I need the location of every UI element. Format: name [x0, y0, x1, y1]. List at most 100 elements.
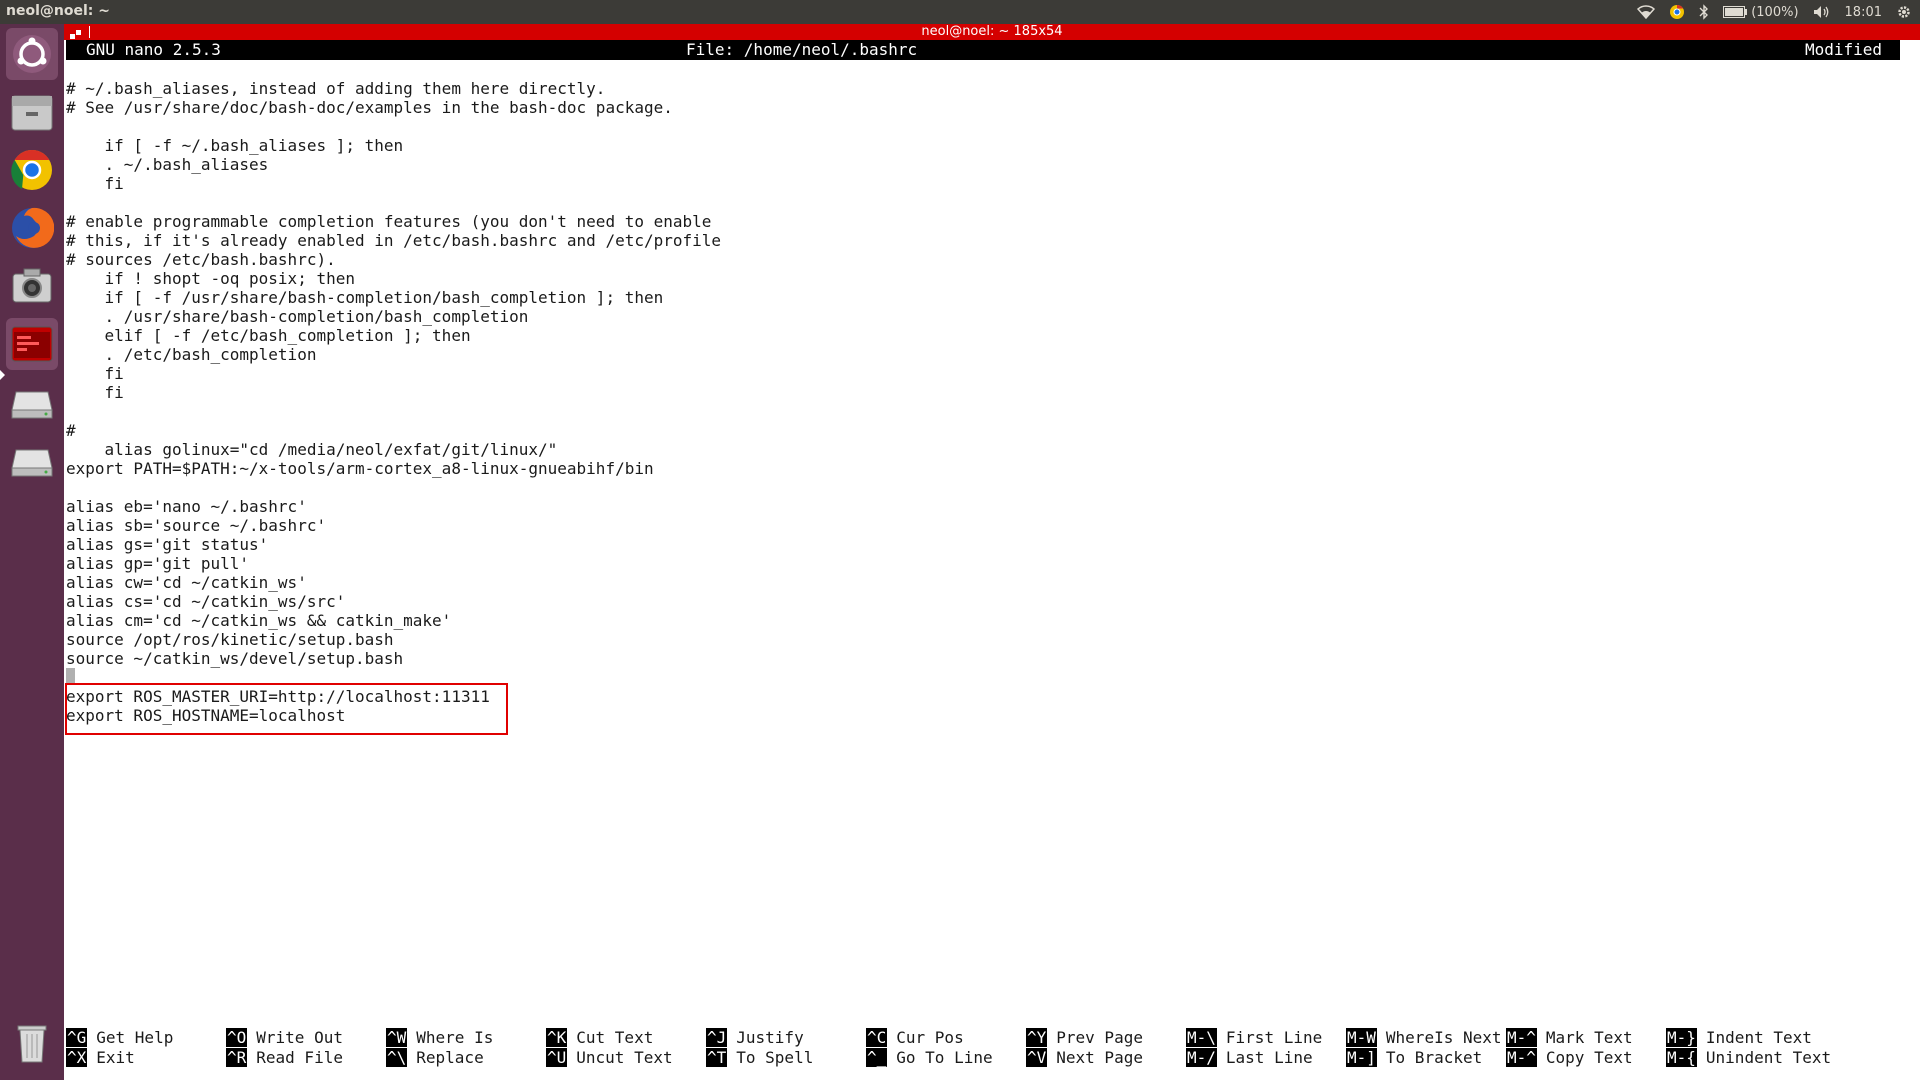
editor-content[interactable]: # ~/.bash_aliases, instead of adding the… — [66, 79, 721, 725]
bluetooth-icon[interactable] — [1699, 4, 1709, 20]
shortcut-item[interactable]: ^O Write Out — [226, 1028, 343, 1047]
code-line[interactable]: # enable programmable completion feature… — [66, 212, 721, 231]
code-line[interactable]: elif [ -f /etc/bash_completion ]; then — [66, 326, 721, 345]
code-line[interactable]: . /etc/bash_completion — [66, 345, 721, 364]
shortcut-item[interactable]: ^X Exit — [66, 1048, 173, 1067]
shortcut-item[interactable]: M-] To Bracket — [1346, 1048, 1502, 1067]
nano-header: GNU nano 2.5.3 File: /home/neol/.bashrc … — [66, 40, 1900, 60]
firefox-icon[interactable] — [6, 202, 58, 254]
code-line[interactable]: alias gs='git status' — [66, 535, 721, 554]
shortcut-item[interactable]: ^Y Prev Page — [1026, 1028, 1143, 1047]
code-line[interactable]: alias cs='cd ~/catkin_ws/src' — [66, 592, 721, 611]
shortcut-column: ^Y Prev Page ^V Next Page — [1026, 1028, 1143, 1068]
code-line[interactable]: # this, if it's already enabled in /etc/… — [66, 231, 721, 250]
code-line[interactable]: alias gp='git pull' — [66, 554, 721, 573]
code-line[interactable]: source /opt/ros/kinetic/setup.bash — [66, 630, 721, 649]
battery-percent: (100%) — [1751, 4, 1799, 20]
shortcut-label: Next Page — [1056, 1048, 1143, 1067]
shortcut-item[interactable]: ^W Where Is — [386, 1028, 493, 1047]
dash-icon[interactable] — [6, 28, 58, 80]
code-line[interactable]: if ! shopt -oq posix; then — [66, 269, 721, 288]
trash-icon[interactable] — [6, 1016, 58, 1068]
volume-icon[interactable] — [1813, 5, 1831, 19]
code-line[interactable]: alias eb='nano ~/.bashrc' — [66, 497, 721, 516]
shortcut-item[interactable]: ^_ Go To Line — [866, 1048, 993, 1067]
shortcut-label: Write Out — [256, 1028, 343, 1047]
chrome-tray-icon[interactable] — [1669, 4, 1685, 20]
shortcut-label: Unindent Text — [1705, 1048, 1832, 1067]
nano-file-path: File: /home/neol/.bashrc — [686, 40, 918, 59]
shortcut-label: Read File — [256, 1048, 343, 1067]
shortcut-item[interactable]: ^T To Spell — [706, 1048, 813, 1067]
code-line[interactable] — [66, 117, 721, 136]
terminal-area[interactable]: GNU nano 2.5.3 File: /home/neol/.bashrc … — [64, 40, 1920, 1080]
shortcut-key: ^T — [706, 1048, 728, 1067]
shortcut-label: Replace — [416, 1048, 484, 1067]
terminal-icon[interactable] — [6, 318, 58, 370]
shortcut-item[interactable]: ^V Next Page — [1026, 1048, 1143, 1067]
battery-icon — [1723, 6, 1748, 18]
code-line[interactable]: # — [66, 421, 721, 440]
shortcut-key: ^G — [66, 1028, 88, 1047]
shortcut-label: Uncut Text — [576, 1048, 673, 1067]
code-line[interactable]: . ~/.bash_aliases — [66, 155, 721, 174]
code-line[interactable]: if [ -f /usr/share/bash-completion/bash_… — [66, 288, 721, 307]
drive-icon[interactable] — [6, 376, 58, 428]
battery-indicator[interactable]: (100%) — [1723, 4, 1799, 20]
code-line[interactable]: # See /usr/share/doc/bash-doc/examples i… — [66, 98, 721, 117]
shortcut-item[interactable]: ^U Uncut Text — [546, 1048, 673, 1067]
shortcut-item[interactable]: ^J Justify — [706, 1028, 813, 1047]
clock[interactable]: 18:01 — [1845, 5, 1882, 20]
shortcut-label: Prev Page — [1056, 1028, 1143, 1047]
code-line[interactable]: # ~/.bash_aliases, instead of adding the… — [66, 79, 721, 98]
shortcut-item[interactable]: M-W WhereIs Next — [1346, 1028, 1502, 1047]
gear-icon[interactable] — [1896, 4, 1912, 20]
drive-icon-2[interactable] — [6, 434, 58, 486]
shortcut-item[interactable]: M-/ Last Line — [1186, 1048, 1322, 1067]
code-line[interactable]: export PATH=$PATH:~/x-tools/arm-cortex_a… — [66, 459, 721, 478]
code-line[interactable]: fi — [66, 383, 721, 402]
shortcut-item[interactable]: M-{ Unindent Text — [1666, 1048, 1831, 1067]
shortcut-column: ^G Get Help ^X Exit — [66, 1028, 173, 1068]
code-line[interactable]: . /usr/share/bash-completion/bash_comple… — [66, 307, 721, 326]
shortcut-column: ^K Cut Text ^U Uncut Text — [546, 1028, 673, 1068]
code-line[interactable]: # sources /etc/bash.bashrc). — [66, 250, 721, 269]
code-line[interactable]: alias cw='cd ~/catkin_ws' — [66, 573, 721, 592]
code-line[interactable] — [66, 193, 721, 212]
code-line[interactable]: alias sb='source ~/.bashrc' — [66, 516, 721, 535]
camera-icon[interactable] — [6, 260, 58, 312]
code-line[interactable]: fi — [66, 174, 721, 193]
shortcut-key: ^C — [866, 1028, 888, 1047]
chrome-icon[interactable] — [6, 144, 58, 196]
nano-version: GNU nano 2.5.3 — [86, 40, 221, 59]
shortcut-item[interactable]: ^R Read File — [226, 1048, 343, 1067]
shortcut-key: ^W — [386, 1028, 408, 1047]
shortcut-key: M-\ — [1186, 1028, 1217, 1047]
code-line[interactable]: source ~/catkin_ws/devel/setup.bash — [66, 649, 721, 668]
shortcut-item[interactable]: ^C Cur Pos — [866, 1028, 993, 1047]
shortcut-item[interactable]: ^G Get Help — [66, 1028, 173, 1047]
code-line[interactable]: alias cm='cd ~/catkin_ws && catkin_make' — [66, 611, 721, 630]
shortcut-key: M-{ — [1666, 1048, 1697, 1067]
files-icon[interactable] — [6, 86, 58, 138]
shortcut-column: ^O Write Out ^R Read File — [226, 1028, 343, 1068]
shortcut-item[interactable]: M-^ Copy Text — [1506, 1048, 1633, 1067]
shortcut-key: M-/ — [1186, 1048, 1217, 1067]
shortcut-item[interactable]: M-^ Mark Text — [1506, 1028, 1633, 1047]
shortcut-column: ^W Where Is ^\ Replace — [386, 1028, 493, 1068]
window-title: neol@noel: ~ — [6, 3, 110, 19]
code-line[interactable] — [66, 402, 721, 421]
shortcut-item[interactable]: ^K Cut Text — [546, 1028, 673, 1047]
shortcut-item[interactable]: M-\ First Line — [1186, 1028, 1322, 1047]
shortcut-key: M-^ — [1506, 1028, 1537, 1047]
code-line[interactable]: alias golinux="cd /media/neol/exfat/git/… — [66, 440, 721, 459]
shortcut-item[interactable]: ^\ Replace — [386, 1048, 493, 1067]
code-line[interactable]: if [ -f ~/.bash_aliases ]; then — [66, 136, 721, 155]
system-top-bar: neol@noel: ~ (100%) 18:01 — [0, 0, 1920, 24]
shortcut-item[interactable]: M-} Indent Text — [1666, 1028, 1831, 1047]
code-line[interactable] — [66, 478, 721, 497]
code-line[interactable]: fi — [66, 364, 721, 383]
shortcut-label: Exit — [96, 1048, 135, 1067]
wifi-icon[interactable] — [1637, 5, 1656, 19]
terminal-titlebar[interactable]: neol@noel: ~ 185x54 — [64, 24, 1920, 40]
